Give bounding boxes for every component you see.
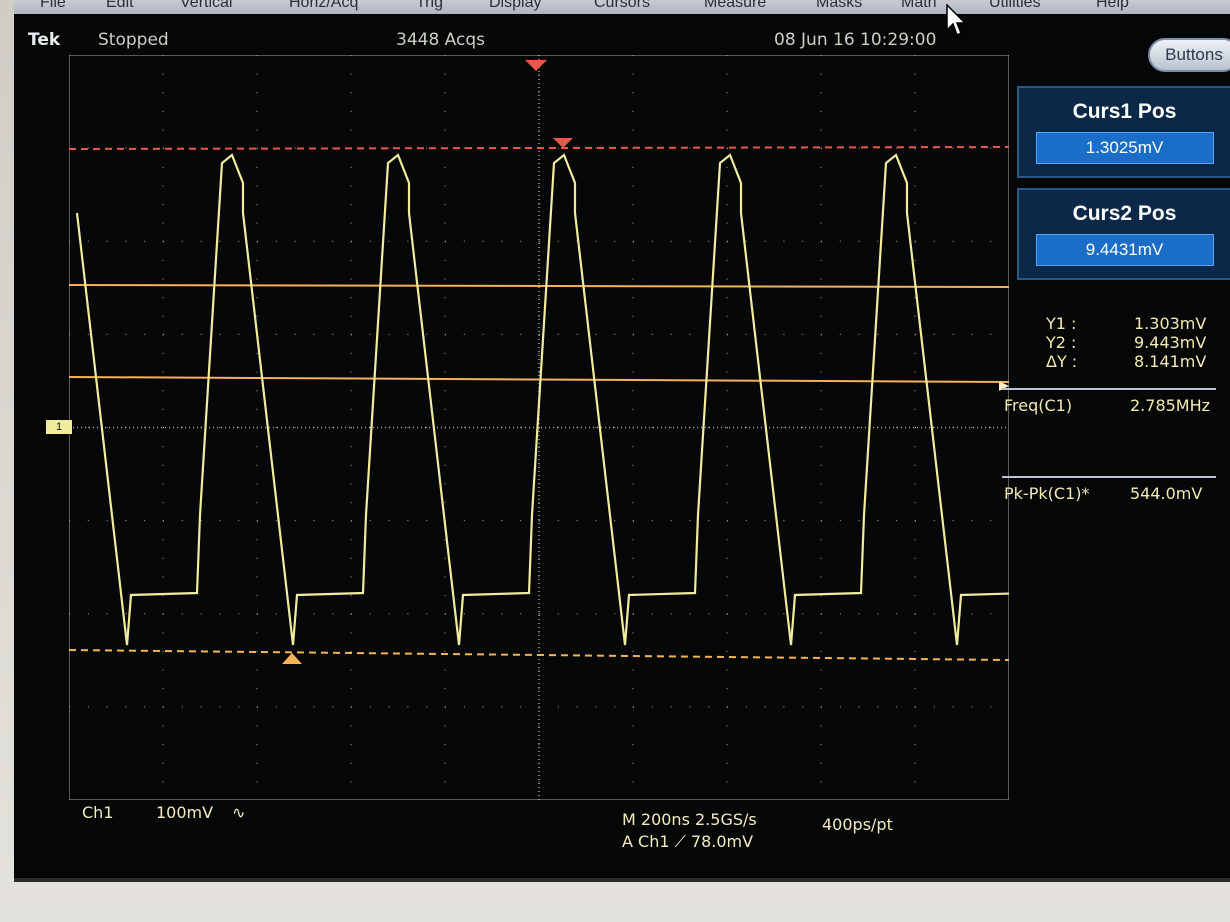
coupling-icon: ∿ <box>232 803 246 822</box>
pkpk-value: 544.0mV <box>1130 484 1203 503</box>
y2-value: 9.443mV <box>1134 333 1207 352</box>
trigger-readout[interactable]: A Ch1 ⟋ 78.0mV <box>622 832 753 852</box>
oscilloscope-screen: File Edit Vertical Horiz/Acq Trig Displa… <box>14 0 1230 882</box>
menu-edit[interactable]: Edit <box>106 0 134 12</box>
ground-marker-label: 1 <box>55 421 63 433</box>
cursor1-title: Curs1 Pos <box>1072 100 1177 123</box>
menu-masks[interactable]: Masks <box>816 0 862 12</box>
channel-label[interactable]: Ch1 <box>82 803 114 822</box>
timebase-readout[interactable]: M 200ns 2.5GS/s <box>622 810 757 829</box>
channel-scale[interactable]: 100mV <box>156 803 213 822</box>
y2-label: Y2 : <box>1046 333 1077 352</box>
brand-label: Tek <box>28 30 61 50</box>
menu-measure[interactable]: Measure <box>704 0 766 12</box>
buttons-button[interactable]: Buttons <box>1148 38 1230 72</box>
measurement-divider-1 <box>1002 388 1216 390</box>
acquisition-state: Stopped <box>98 30 169 50</box>
menu-math[interactable]: Math <box>901 0 937 12</box>
cursor2-value-field[interactable]: 9.4431mV <box>1035 234 1214 266</box>
waveform-display[interactable] <box>69 55 1009 800</box>
cursor2-panel[interactable]: Curs2 Pos 9.4431mV <box>1017 188 1230 280</box>
cursor1-value-field[interactable]: 1.3025mV <box>1035 132 1214 164</box>
acquisition-count: 3448 Acqs <box>396 30 485 50</box>
menu-horiz-acq[interactable]: Horiz/Acq <box>289 0 358 12</box>
freq-value: 2.785MHz <box>1130 396 1211 415</box>
delta-y-value: 8.141mV <box>1134 352 1207 371</box>
date-time: 08 Jun 16 10:29:00 <box>774 30 937 50</box>
menu-help[interactable]: Help <box>1096 0 1129 12</box>
menu-cursors[interactable]: Cursors <box>594 0 650 12</box>
record-resolution: 400ps/pt <box>822 815 893 834</box>
mouse-pointer-icon <box>946 4 966 37</box>
menu-file[interactable]: File <box>40 0 66 12</box>
ch1-ground-marker[interactable]: 1 <box>46 420 72 434</box>
cursor1-panel[interactable]: Curs1 Pos 1.3025mV <box>1017 86 1230 178</box>
pkpk-label: Pk-Pk(C1)* <box>1004 484 1090 503</box>
cursor2-title: Curs2 Pos <box>1072 202 1177 225</box>
menu-utilities[interactable]: Utilities <box>989 0 1041 12</box>
y1-label: Y1 : <box>1046 314 1077 333</box>
measurement-divider-2 <box>1002 476 1216 478</box>
menu-vertical[interactable]: Vertical <box>180 0 232 12</box>
delta-y-label: ΔY : <box>1046 352 1078 371</box>
menu-bar: File Edit Vertical Horiz/Acq Trig Displa… <box>14 0 1230 14</box>
freq-label: Freq(C1) <box>1004 396 1073 415</box>
menu-trig[interactable]: Trig <box>416 0 443 12</box>
y1-value: 1.303mV <box>1134 314 1207 333</box>
menu-display[interactable]: Display <box>489 0 541 12</box>
